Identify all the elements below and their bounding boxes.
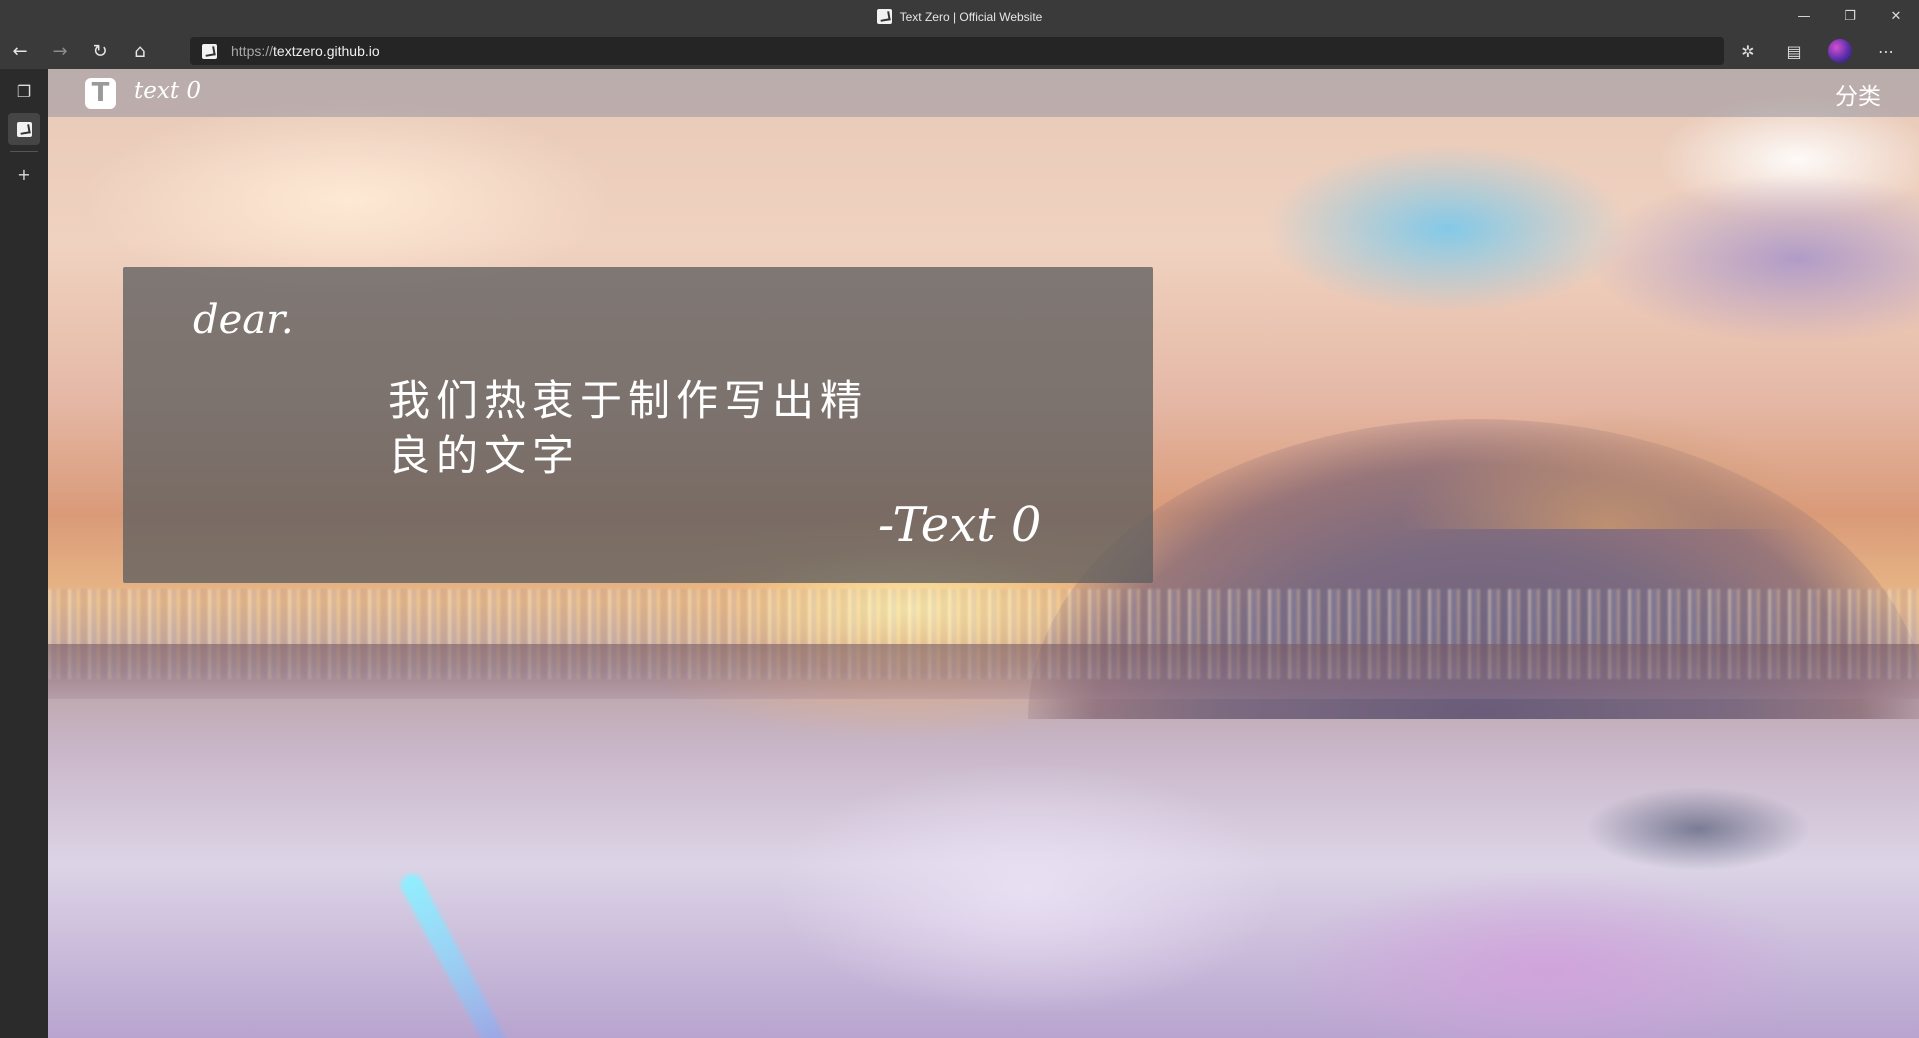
puzzle-icon: ✲	[1741, 41, 1755, 61]
window-title: Text Zero | Official Website	[899, 9, 1043, 24]
extensions-button[interactable]: ✲	[1725, 33, 1771, 69]
url-scheme: https://	[231, 43, 274, 59]
window-title-area: Text Zero | Official Website	[0, 0, 1919, 33]
background-shore	[48, 644, 1919, 699]
nav-category-link[interactable]: 分类	[1835, 77, 1881, 111]
forward-button[interactable]: →	[40, 33, 80, 69]
avatar	[1828, 39, 1852, 63]
collections-button[interactable]: ▤	[1771, 33, 1817, 69]
window-controls: — ❐ ✕	[1781, 0, 1919, 33]
hero-tagline-line1: 我们热衷于制作写出精	[388, 376, 869, 425]
home-button[interactable]: ⌂	[120, 33, 160, 69]
forward-arrow-icon: →	[52, 40, 68, 62]
page-viewport: T text 0 分类 dear. 我们热衷于制作写出精 良的文字 -Text …	[48, 69, 1919, 1038]
site-favicon-icon	[202, 43, 217, 59]
title-bar: Text Zero | Official Website — ❐ ✕	[0, 0, 1919, 33]
refresh-icon: ↻	[92, 40, 108, 62]
more-menu-button[interactable]: ⋯	[1863, 33, 1909, 69]
site-header: T text 0 分类	[48, 69, 1919, 117]
url-text: https://textzero.github.io	[231, 43, 380, 59]
tabs-icon: ❐	[16, 81, 32, 101]
new-tab-button[interactable]: +	[8, 158, 40, 190]
hero-tagline-line2: 良的文字	[388, 431, 581, 480]
site-favicon-icon	[16, 121, 32, 137]
close-button[interactable]: ✕	[1873, 0, 1919, 33]
address-bar[interactable]: https://textzero.github.io	[190, 37, 1724, 65]
background-mountain-glow	[1398, 409, 1818, 529]
home-icon: ⌂	[134, 40, 146, 62]
ellipsis-icon: ⋯	[1878, 41, 1894, 61]
tab-text-zero[interactable]	[8, 113, 40, 145]
site-favicon-icon	[876, 9, 892, 24]
plus-icon: +	[17, 164, 31, 184]
hero-greeting: dear.	[193, 297, 294, 343]
background-comet-beam	[397, 870, 511, 1038]
toolbar-right-tools: ✲ ▤ ⋯	[1725, 33, 1909, 69]
logo-text[interactable]: text 0	[134, 78, 201, 104]
back-arrow-icon: ←	[12, 40, 28, 62]
logo-icon[interactable]: T	[85, 78, 116, 109]
hero-signature: -Text 0	[878, 497, 1042, 553]
vertical-tab-sidebar: ❐ +	[0, 69, 48, 1038]
tab-actions-button[interactable]: ❐	[8, 75, 40, 107]
profile-button[interactable]	[1817, 33, 1863, 69]
browser-toolbar: ← → ↻ ⌂ https://textzero.github.io ✲ ▤ ⋯	[0, 33, 1919, 69]
hero-card: dear. 我们热衷于制作写出精 良的文字 -Text 0	[123, 267, 1153, 583]
sidebar-divider	[10, 151, 38, 152]
minimize-button[interactable]: —	[1781, 0, 1827, 33]
restore-button[interactable]: ❐	[1827, 0, 1873, 33]
collections-icon: ▤	[1786, 41, 1802, 61]
url-host: textzero.github.io	[273, 43, 380, 59]
back-button[interactable]: ←	[0, 33, 40, 69]
refresh-button[interactable]: ↻	[80, 33, 120, 69]
